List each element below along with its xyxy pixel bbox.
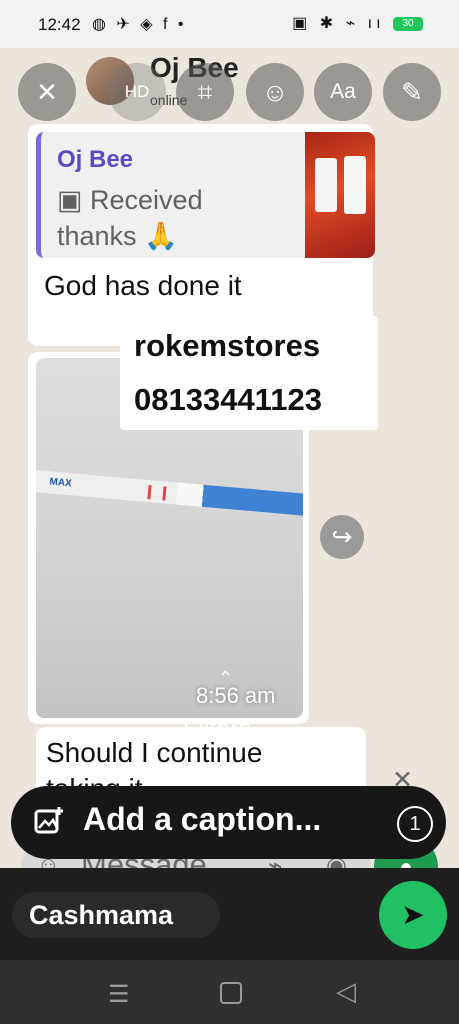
watermark-label: rokemstores 08133441123	[120, 316, 378, 430]
back-icon[interactable]: ◁	[336, 976, 356, 1007]
recent-apps-icon[interactable]: ☰	[108, 980, 130, 1009]
recipient-chip[interactable]: Cashmama	[12, 892, 220, 938]
draw-button[interactable]: ✎	[383, 63, 441, 121]
send-icon: ➤	[401, 899, 425, 930]
reply-line2: thanks 🙏	[57, 221, 178, 251]
forward-button[interactable]: ↪	[320, 515, 364, 559]
pencil-icon: ✎	[401, 77, 423, 107]
status-app-icons: ◍ ✈ ◈ f •	[92, 16, 187, 33]
caption-input[interactable]	[81, 800, 365, 839]
quoted-reply[interactable]: Oj Bee ▣ Received thanks 🙏	[36, 132, 375, 258]
test-strip: MAX	[36, 469, 303, 517]
status-right-icons: ▣ ✱ ⌁ ıı 30	[292, 13, 423, 33]
crop-icon: ⌗	[197, 77, 213, 107]
photo-timestamp: 8:56 am	[196, 683, 276, 708]
recipient-name: Cashmama	[29, 900, 174, 930]
strip-line-2	[162, 486, 167, 501]
close-icon: ✕	[36, 77, 58, 107]
view-once-icon[interactable]: 1	[397, 806, 433, 842]
watermark-line1: rokemstores	[134, 328, 321, 363]
add-photo-icon[interactable]	[31, 804, 65, 838]
hd-icon: HD	[124, 82, 150, 101]
text-icon: Aa	[330, 80, 356, 103]
status-bar: 12:42 ◍ ✈ ◈ f • ▣ ✱ ⌁ ıı 30	[0, 0, 459, 48]
reply-text: ▣ Received thanks 🙏	[57, 182, 297, 254]
reply-thumbnail	[305, 132, 375, 258]
message-text: God has done it	[44, 270, 242, 301]
strip-brand: MAX	[49, 476, 73, 490]
sticker-icon: ☺	[261, 77, 289, 107]
text-button[interactable]: Aa	[314, 63, 372, 121]
system-navigation-bar: ☰ ◁	[0, 960, 459, 1024]
send-button[interactable]: ➤	[379, 881, 447, 949]
caption-bar[interactable]: 1	[11, 786, 446, 859]
reply-author: Oj Bee	[57, 146, 134, 173]
close-button[interactable]: ✕	[18, 63, 76, 121]
watermark-line2: 08133441123	[134, 382, 322, 417]
home-icon[interactable]	[220, 982, 242, 1004]
crop-button[interactable]: ⌗	[176, 63, 234, 121]
hd-button[interactable]: HD	[108, 63, 166, 121]
status-time: 12:42	[38, 15, 81, 34]
image-icon: ▣	[57, 185, 83, 215]
whatsapp-image-editor-screen: 12:42 ◍ ✈ ◈ f • ▣ ✱ ⌁ ıı 30 Oj Bee onlin…	[0, 0, 459, 1024]
reply-line1: Received	[90, 185, 203, 215]
battery-icon: 30	[393, 16, 423, 31]
signal-icons: ▣ ✱ ⌁ ıı	[292, 15, 385, 32]
forward-icon: ↪	[331, 523, 353, 551]
message-line1: Should I continue	[46, 737, 263, 768]
strip-line-1	[147, 485, 152, 500]
sticker-button[interactable]: ☺	[246, 63, 304, 121]
